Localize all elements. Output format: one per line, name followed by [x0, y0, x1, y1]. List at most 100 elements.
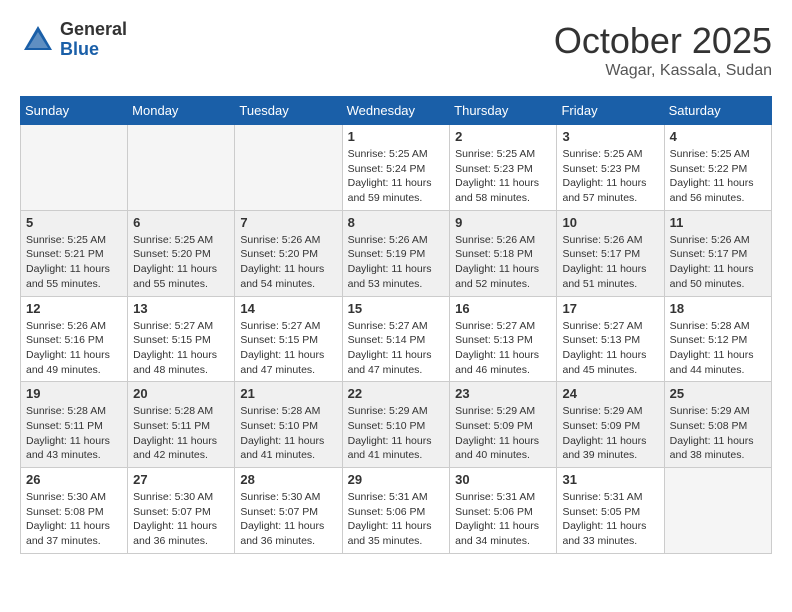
calendar-cell: 29 Sunrise: 5:31 AM Sunset: 5:06 PM Dayli… — [342, 468, 450, 554]
day-number: 13 — [133, 301, 229, 316]
calendar-table: SundayMondayTuesdayWednesdayThursdayFrid… — [20, 96, 772, 554]
location: Wagar, Kassala, Sudan — [554, 62, 772, 80]
calendar-cell: 28 Sunrise: 5:30 AM Sunset: 5:07 PM Dayli… — [235, 468, 342, 554]
day-info: Sunrise: 5:25 AM Sunset: 5:21 PM Dayligh… — [26, 233, 122, 292]
day-info: Sunrise: 5:31 AM Sunset: 5:06 PM Dayligh… — [348, 490, 445, 549]
day-number: 5 — [26, 215, 122, 230]
day-info: Sunrise: 5:27 AM Sunset: 5:13 PM Dayligh… — [562, 319, 658, 378]
calendar-cell: 1 Sunrise: 5:25 AM Sunset: 5:24 PM Daylig… — [342, 125, 450, 211]
calendar-cell: 10 Sunrise: 5:26 AM Sunset: 5:17 PM Dayli… — [557, 210, 664, 296]
calendar-cell: 4 Sunrise: 5:25 AM Sunset: 5:22 PM Daylig… — [664, 125, 771, 211]
calendar-cell: 13 Sunrise: 5:27 AM Sunset: 5:15 PM Dayli… — [128, 296, 235, 382]
title-block: October 2025 Wagar, Kassala, Sudan — [554, 20, 772, 80]
calendar-cell: 31Sunrise: 5:31 AM Sunset: 5:05 PM Dayli… — [557, 468, 664, 554]
calendar-week-row: 1 Sunrise: 5:25 AM Sunset: 5:24 PM Daylig… — [21, 125, 772, 211]
day-number: 25 — [670, 386, 766, 401]
logo: General Blue — [20, 20, 127, 60]
calendar-week-row: 26 Sunrise: 5:30 AM Sunset: 5:08 PM Dayli… — [21, 468, 772, 554]
calendar-cell — [21, 125, 128, 211]
calendar-cell: 17Sunrise: 5:27 AM Sunset: 5:13 PM Dayli… — [557, 296, 664, 382]
day-info: Sunrise: 5:25 AM Sunset: 5:22 PM Dayligh… — [670, 147, 766, 206]
day-info: Sunrise: 5:26 AM Sunset: 5:20 PM Dayligh… — [240, 233, 336, 292]
calendar-cell: 20Sunrise: 5:28 AM Sunset: 5:11 PM Dayli… — [128, 382, 235, 468]
day-info: Sunrise: 5:27 AM Sunset: 5:13 PM Dayligh… — [455, 319, 551, 378]
calendar-cell: 21Sunrise: 5:28 AM Sunset: 5:10 PM Dayli… — [235, 382, 342, 468]
day-info: Sunrise: 5:25 AM Sunset: 5:24 PM Dayligh… — [348, 147, 445, 206]
calendar-cell: 26 Sunrise: 5:30 AM Sunset: 5:08 PM Dayli… — [21, 468, 128, 554]
calendar-header-friday: Friday — [557, 97, 664, 125]
calendar-cell: 15Sunrise: 5:27 AM Sunset: 5:14 PM Dayli… — [342, 296, 450, 382]
day-number: 16 — [455, 301, 551, 316]
calendar-header-thursday: Thursday — [450, 97, 557, 125]
day-info: Sunrise: 5:29 AM Sunset: 5:10 PM Dayligh… — [348, 404, 445, 463]
day-number: 14 — [240, 301, 336, 316]
day-number: 24 — [562, 386, 658, 401]
day-info: Sunrise: 5:25 AM Sunset: 5:20 PM Dayligh… — [133, 233, 229, 292]
calendar-header-row: SundayMondayTuesdayWednesdayThursdayFrid… — [21, 97, 772, 125]
day-number: 27 — [133, 472, 229, 487]
day-number: 3 — [562, 129, 658, 144]
day-number: 8 — [348, 215, 445, 230]
calendar-cell — [664, 468, 771, 554]
calendar-cell: 27 Sunrise: 5:30 AM Sunset: 5:07 PM Dayli… — [128, 468, 235, 554]
day-info: Sunrise: 5:27 AM Sunset: 5:15 PM Dayligh… — [133, 319, 229, 378]
day-info: Sunrise: 5:30 AM Sunset: 5:07 PM Dayligh… — [133, 490, 229, 549]
calendar-cell: 2 Sunrise: 5:25 AM Sunset: 5:23 PM Daylig… — [450, 125, 557, 211]
day-info: Sunrise: 5:30 AM Sunset: 5:07 PM Dayligh… — [240, 490, 336, 549]
calendar-cell: 9 Sunrise: 5:26 AM Sunset: 5:18 PM Daylig… — [450, 210, 557, 296]
day-number: 2 — [455, 129, 551, 144]
day-info: Sunrise: 5:31 AM Sunset: 5:05 PM Dayligh… — [562, 490, 658, 549]
calendar-cell: 19 Sunrise: 5:28 AM Sunset: 5:11 PM Dayli… — [21, 382, 128, 468]
day-info: Sunrise: 5:26 AM Sunset: 5:16 PM Dayligh… — [26, 319, 122, 378]
calendar-cell: 5 Sunrise: 5:25 AM Sunset: 5:21 PM Daylig… — [21, 210, 128, 296]
calendar-cell — [128, 125, 235, 211]
day-number: 9 — [455, 215, 551, 230]
day-number: 7 — [240, 215, 336, 230]
logo-icon — [20, 22, 56, 58]
day-number: 29 — [348, 472, 445, 487]
day-number: 28 — [240, 472, 336, 487]
calendar-cell: 16 Sunrise: 5:27 AM Sunset: 5:13 PM Dayli… — [450, 296, 557, 382]
calendar-week-row: 19 Sunrise: 5:28 AM Sunset: 5:11 PM Dayli… — [21, 382, 772, 468]
calendar-cell: 30 Sunrise: 5:31 AM Sunset: 5:06 PM Dayli… — [450, 468, 557, 554]
calendar-cell: 12Sunrise: 5:26 AM Sunset: 5:16 PM Dayli… — [21, 296, 128, 382]
day-number: 22 — [348, 386, 445, 401]
day-number: 30 — [455, 472, 551, 487]
calendar-cell: 11 Sunrise: 5:26 AM Sunset: 5:17 PM Dayli… — [664, 210, 771, 296]
calendar-cell — [235, 125, 342, 211]
day-info: Sunrise: 5:29 AM Sunset: 5:08 PM Dayligh… — [670, 404, 766, 463]
calendar-cell: 18Sunrise: 5:28 AM Sunset: 5:12 PM Dayli… — [664, 296, 771, 382]
day-info: Sunrise: 5:25 AM Sunset: 5:23 PM Dayligh… — [562, 147, 658, 206]
day-info: Sunrise: 5:26 AM Sunset: 5:17 PM Dayligh… — [670, 233, 766, 292]
day-info: Sunrise: 5:29 AM Sunset: 5:09 PM Dayligh… — [562, 404, 658, 463]
calendar-header-sunday: Sunday — [21, 97, 128, 125]
day-number: 10 — [562, 215, 658, 230]
day-number: 11 — [670, 215, 766, 230]
calendar-header-wednesday: Wednesday — [342, 97, 450, 125]
calendar-cell: 6 Sunrise: 5:25 AM Sunset: 5:20 PM Daylig… — [128, 210, 235, 296]
day-number: 6 — [133, 215, 229, 230]
calendar-cell: 8Sunrise: 5:26 AM Sunset: 5:19 PM Daylig… — [342, 210, 450, 296]
logo-general-text: General — [60, 20, 127, 40]
day-number: 4 — [670, 129, 766, 144]
calendar-week-row: 12Sunrise: 5:26 AM Sunset: 5:16 PM Dayli… — [21, 296, 772, 382]
day-info: Sunrise: 5:25 AM Sunset: 5:23 PM Dayligh… — [455, 147, 551, 206]
day-info: Sunrise: 5:28 AM Sunset: 5:10 PM Dayligh… — [240, 404, 336, 463]
day-number: 15 — [348, 301, 445, 316]
day-number: 19 — [26, 386, 122, 401]
day-info: Sunrise: 5:28 AM Sunset: 5:11 PM Dayligh… — [26, 404, 122, 463]
day-info: Sunrise: 5:28 AM Sunset: 5:12 PM Dayligh… — [670, 319, 766, 378]
calendar-cell: 24 Sunrise: 5:29 AM Sunset: 5:09 PM Dayli… — [557, 382, 664, 468]
day-number: 1 — [348, 129, 445, 144]
calendar-cell: 3 Sunrise: 5:25 AM Sunset: 5:23 PM Daylig… — [557, 125, 664, 211]
day-info: Sunrise: 5:26 AM Sunset: 5:17 PM Dayligh… — [562, 233, 658, 292]
calendar-cell: 7 Sunrise: 5:26 AM Sunset: 5:20 PM Daylig… — [235, 210, 342, 296]
calendar-cell: 22 Sunrise: 5:29 AM Sunset: 5:10 PM Dayli… — [342, 382, 450, 468]
calendar-header-tuesday: Tuesday — [235, 97, 342, 125]
day-info: Sunrise: 5:31 AM Sunset: 5:06 PM Dayligh… — [455, 490, 551, 549]
day-info: Sunrise: 5:27 AM Sunset: 5:15 PM Dayligh… — [240, 319, 336, 378]
day-info: Sunrise: 5:30 AM Sunset: 5:08 PM Dayligh… — [26, 490, 122, 549]
day-info: Sunrise: 5:26 AM Sunset: 5:18 PM Dayligh… — [455, 233, 551, 292]
day-number: 26 — [26, 472, 122, 487]
day-info: Sunrise: 5:29 AM Sunset: 5:09 PM Dayligh… — [455, 404, 551, 463]
